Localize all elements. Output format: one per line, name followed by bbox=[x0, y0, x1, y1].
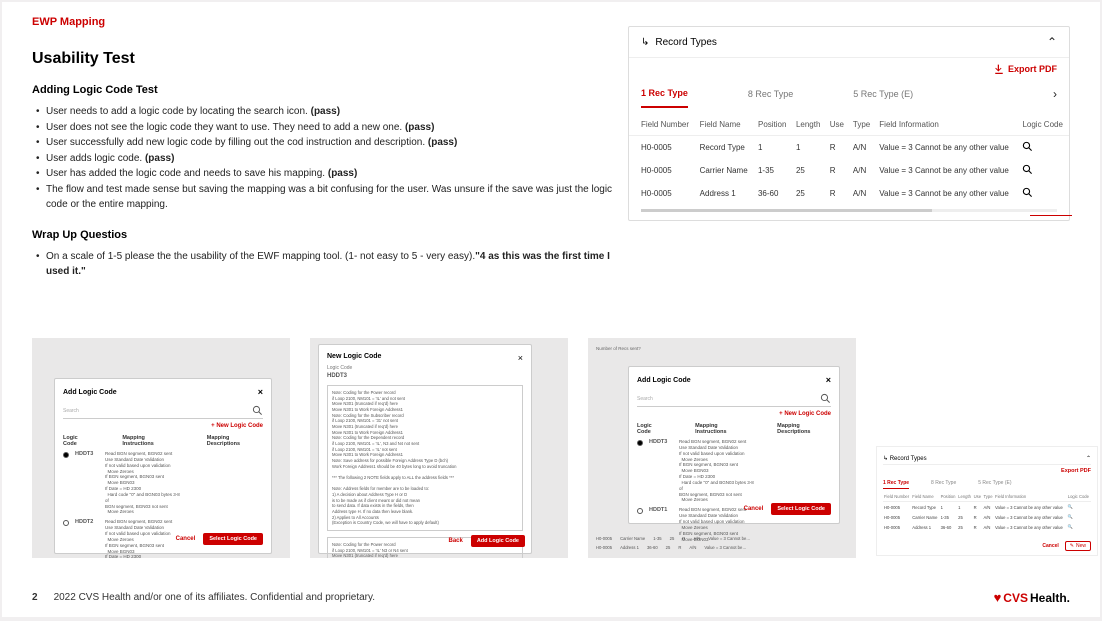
bullet-item: The flow and test made sense but saving … bbox=[32, 182, 622, 213]
search-icon[interactable] bbox=[1022, 141, 1033, 152]
table-row: H0-0005Carrier Name1-3525RA/NValue = 3 C… bbox=[629, 159, 1069, 182]
add-logic-code-button[interactable]: Add Logic Code bbox=[471, 535, 525, 547]
export-pdf-link[interactable]: Export PDF bbox=[883, 465, 1091, 477]
radio-hddt2[interactable] bbox=[63, 520, 69, 526]
bullet-item: User has added the logic code and needs … bbox=[32, 166, 622, 182]
radio-hddt3[interactable] bbox=[63, 452, 69, 458]
bullet-item: On a scale of 1-5 please the the usabili… bbox=[32, 249, 622, 280]
new-button[interactable]: ✎ New bbox=[1065, 541, 1091, 551]
search-icon bbox=[252, 405, 263, 416]
tab-5rec[interactable]: 5 Rec Type (E) bbox=[978, 480, 1011, 489]
instruction-textarea[interactable]: Note: Coding for the Power recordif Loop… bbox=[327, 385, 523, 531]
cancel-button[interactable]: Cancel bbox=[744, 506, 764, 512]
table-row: H0-0005Address 136-6025RA/NValue = 3 Can… bbox=[629, 182, 1069, 205]
screenshot-3: Number of Recs sent? Add Logic Code× Sea… bbox=[588, 338, 856, 558]
screenshot-1: Add Logic Code× Search + New Logic Code … bbox=[32, 338, 290, 558]
table-row: H0-0005Record Type11RA/NValue = 3 Cannot… bbox=[629, 136, 1069, 160]
chevron-up-icon[interactable]: ⌃ bbox=[1047, 35, 1057, 49]
radio-hddt3[interactable] bbox=[637, 440, 643, 446]
new-logic-code-link[interactable]: + New Logic Code bbox=[211, 423, 263, 429]
bullet-item: User adds logic code. (pass) bbox=[32, 151, 622, 167]
search-icon[interactable] bbox=[1022, 187, 1033, 198]
search-input[interactable]: Search bbox=[637, 391, 831, 407]
bullet-item: User successfully add new logic code by … bbox=[32, 135, 622, 151]
record-types-panel: ↳ Record Types ⌃ Export PDF 1 Rec Type 8… bbox=[628, 26, 1070, 221]
close-icon[interactable]: × bbox=[518, 353, 523, 363]
close-icon[interactable]: × bbox=[258, 387, 263, 397]
bullet-item: User does not see the logic code they wa… bbox=[32, 120, 622, 136]
tab-1rec[interactable]: 1 Rec Type bbox=[641, 80, 688, 108]
search-input[interactable]: Search bbox=[63, 403, 263, 419]
record-table: Field NumberField NamePositionLengthUseT… bbox=[629, 114, 1069, 205]
screenshot-2: New Logic Code× Logic Code HDDT3 Note: C… bbox=[310, 338, 568, 558]
search-icon[interactable] bbox=[1022, 164, 1033, 175]
horizontal-scrollbar[interactable] bbox=[641, 209, 1057, 212]
cvs-logo: ♥CVSHealth. bbox=[994, 590, 1070, 605]
section2-heading: Wrap Up Questios bbox=[32, 229, 622, 241]
chevron-right-icon[interactable]: › bbox=[1053, 87, 1057, 101]
screenshot-4: ↳ Record Types⌃ Export PDF 1 Rec Type8 R… bbox=[876, 446, 1098, 556]
bullet-item: User needs to add a logic code by locati… bbox=[32, 104, 622, 120]
tab-1rec[interactable]: 1 Rec Type bbox=[883, 480, 909, 489]
return-icon: ↳ bbox=[641, 37, 649, 48]
footer-text: 2022 CVS Health and/or one of its affili… bbox=[54, 592, 376, 603]
accent-line bbox=[1030, 215, 1072, 216]
radio-hddt1[interactable] bbox=[637, 508, 643, 514]
panel-title: Record Types bbox=[655, 37, 1047, 48]
tab-8rec[interactable]: 8 Rec Type bbox=[931, 480, 956, 489]
back-button[interactable]: Back bbox=[448, 538, 462, 544]
new-logic-code-link[interactable]: + New Logic Code bbox=[779, 411, 831, 417]
page-title: Usability Test bbox=[32, 50, 622, 68]
select-logic-code-button[interactable]: Select Logic Code bbox=[771, 503, 831, 515]
cancel-button[interactable]: Cancel bbox=[176, 536, 196, 542]
select-logic-code-button[interactable]: Select Logic Code bbox=[203, 533, 263, 545]
chevron-up-icon[interactable]: ⌃ bbox=[1086, 455, 1091, 462]
download-icon bbox=[994, 64, 1004, 74]
tab-5rec[interactable]: 5 Rec Type (E) bbox=[853, 81, 913, 107]
close-icon[interactable]: × bbox=[826, 375, 831, 385]
tab-8rec[interactable]: 8 Rec Type bbox=[748, 81, 793, 107]
search-icon bbox=[820, 393, 831, 404]
export-pdf-link[interactable]: Export PDF bbox=[629, 58, 1069, 80]
cancel-button[interactable]: Cancel bbox=[1042, 543, 1058, 549]
heart-icon: ♥ bbox=[994, 590, 1002, 605]
section1-heading: Adding Logic Code Test bbox=[32, 84, 622, 96]
page-number: 2 bbox=[32, 592, 38, 603]
